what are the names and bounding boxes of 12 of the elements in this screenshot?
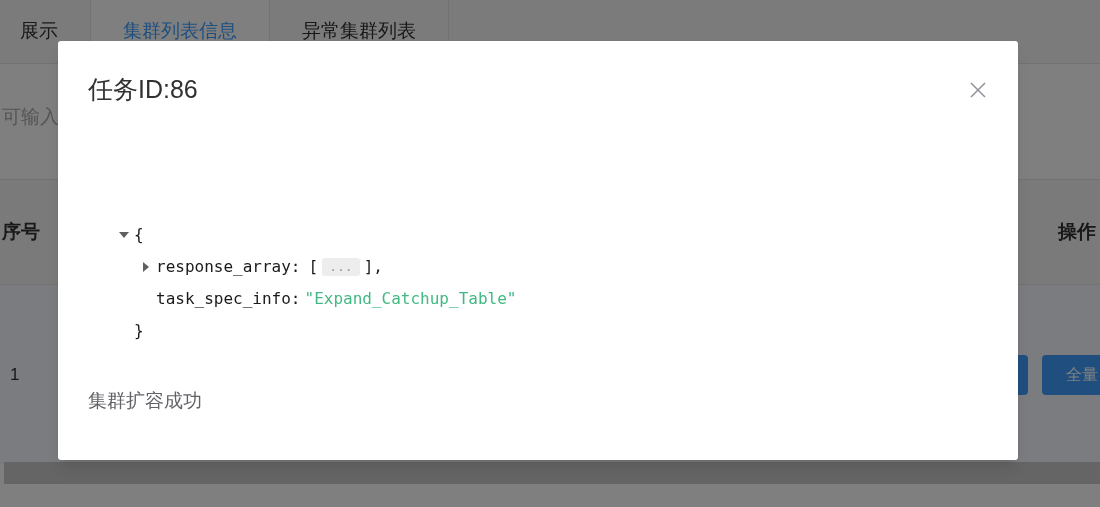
- column-header: 序号: [2, 219, 40, 244]
- json-bracket: [: [308, 255, 319, 278]
- json-key: response_array:: [156, 250, 301, 283]
- json-brace: {: [134, 223, 144, 246]
- json-brace: }: [134, 320, 144, 340]
- status-message: 集群扩容成功: [88, 389, 202, 411]
- column-header: 操作: [1058, 219, 1096, 244]
- json-key: task_spec_info:: [156, 282, 301, 315]
- modal-title: 任务ID:86: [88, 74, 198, 105]
- table-cell-text: 1: [10, 364, 20, 387]
- json-bracket: ],: [363, 255, 383, 278]
- json-string-value: "Expand_Catchup_Table": [304, 287, 517, 310]
